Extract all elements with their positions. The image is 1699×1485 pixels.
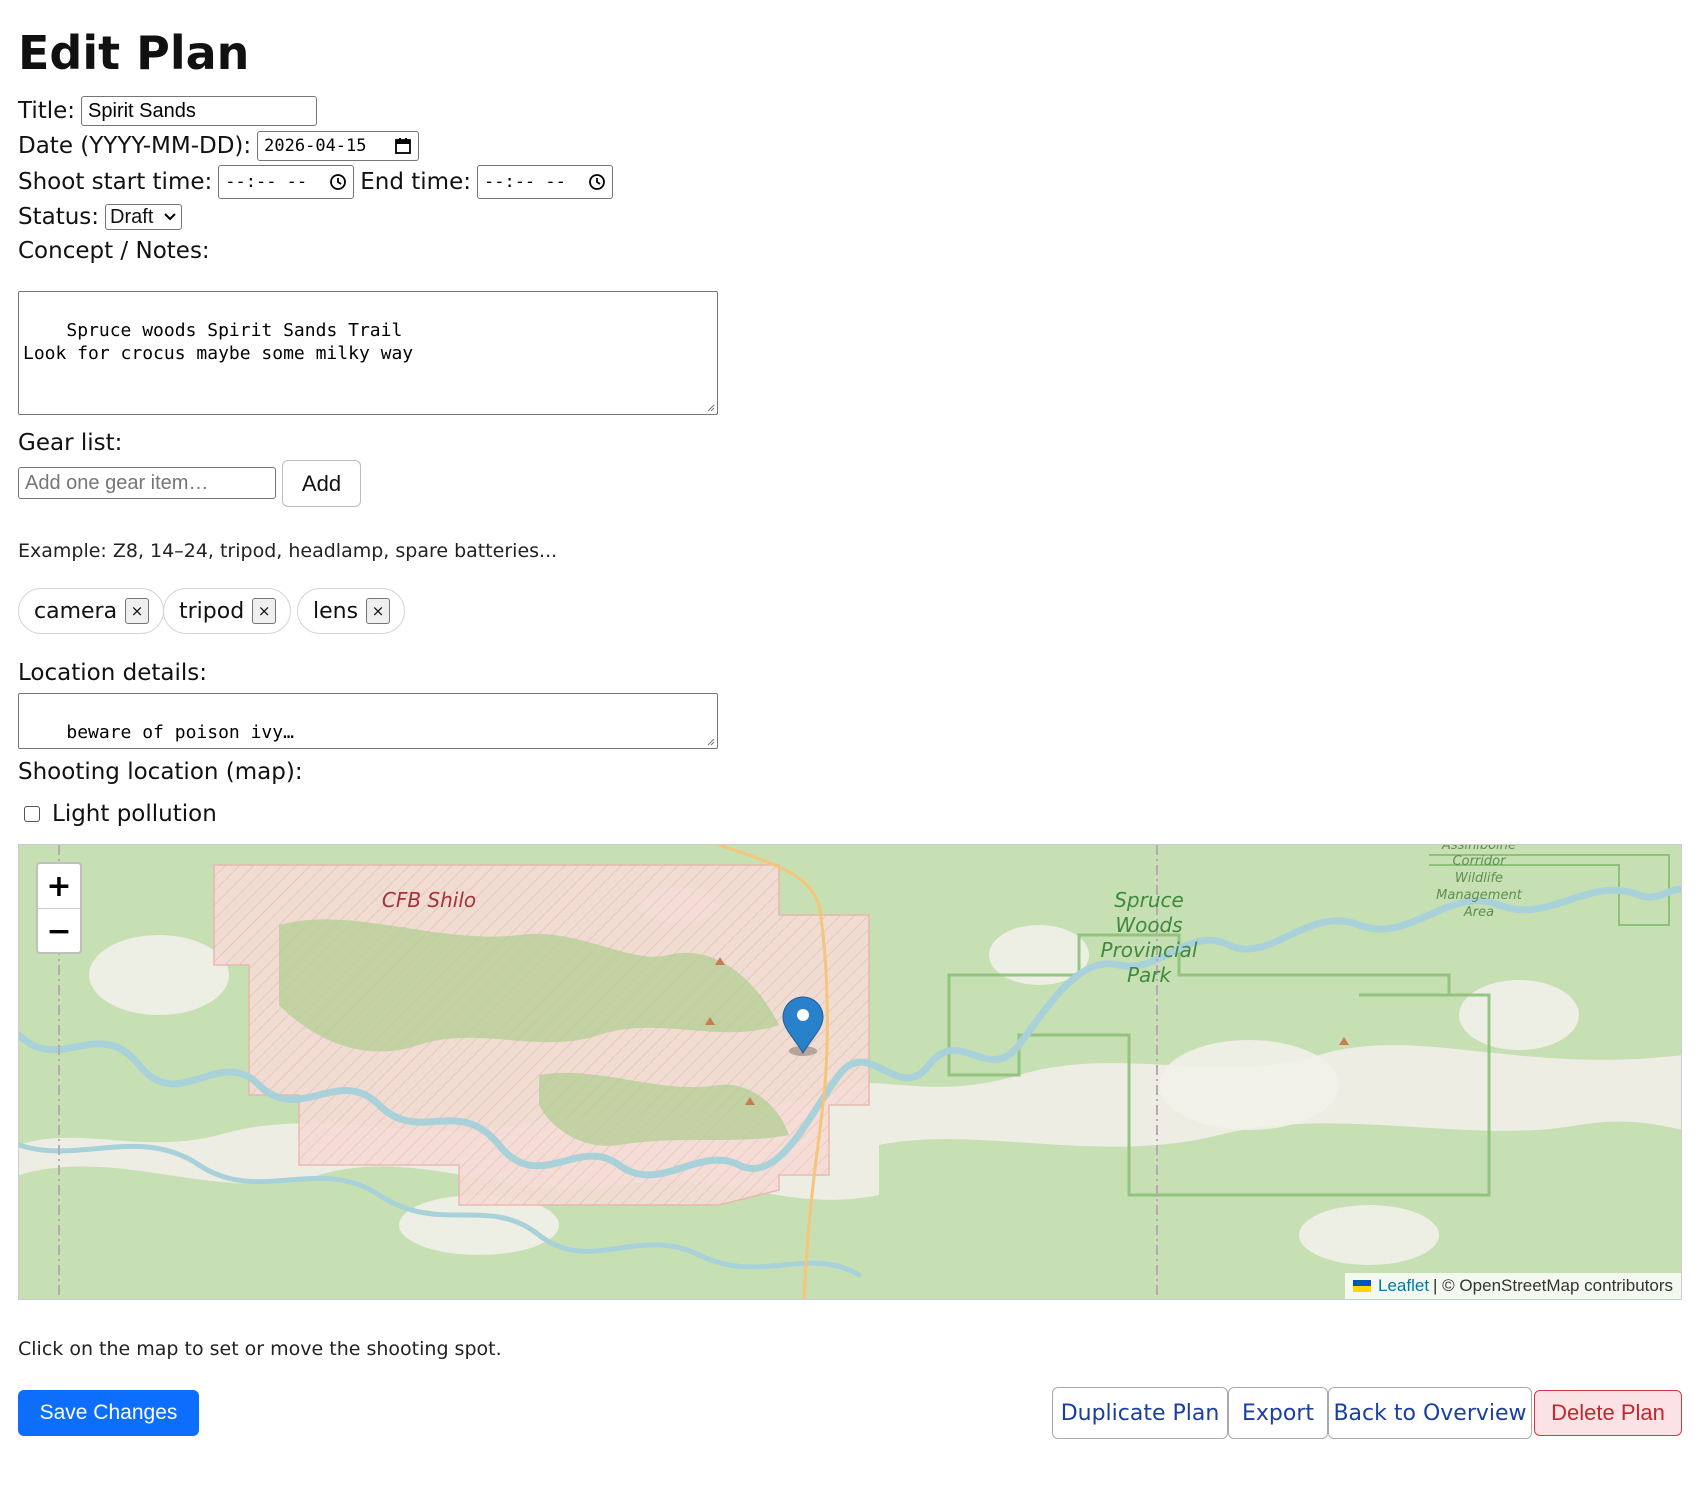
map-label-corridor-line: Wildlife: [1455, 871, 1503, 886]
end-time-input[interactable]: --:-- --: [476, 165, 613, 199]
clock-icon[interactable]: [329, 173, 347, 191]
map-label-corridor-line: Corridor: [1453, 854, 1508, 869]
status-select[interactable]: Draft: [105, 204, 183, 230]
gear-label: Gear list:: [18, 430, 123, 456]
zoom-control: + −: [36, 862, 82, 954]
start-time-value: --:-- --: [225, 172, 308, 192]
map-label-park-line: Woods: [1115, 913, 1182, 937]
gear-chip: camera ×: [18, 588, 165, 634]
notes-label-row: Concept / Notes:: [18, 238, 216, 264]
gear-input[interactable]: Add one gear item…: [18, 467, 276, 499]
zoom-in-button[interactable]: +: [38, 864, 80, 909]
map-label: Shooting location (map):: [18, 759, 303, 785]
location-label: Location details:: [18, 660, 207, 686]
map-attribution: Leaflet | © OpenStreetMap contributors: [1345, 1273, 1681, 1299]
leaflet-link[interactable]: Leaflet: [1378, 1276, 1429, 1296]
light-pollution-row: Light pollution: [18, 801, 223, 827]
export-button[interactable]: Export: [1228, 1387, 1328, 1439]
gear-label-row: Gear list:: [18, 430, 128, 456]
gear-chip-label: camera: [34, 598, 118, 624]
back-to-overview-button[interactable]: Back to Overview: [1328, 1387, 1532, 1439]
map-label-corridor-line: Assiniboine: [1441, 845, 1516, 853]
map-label-corridor-line: Area: [1463, 905, 1494, 920]
map-tiles[interactable]: CFB Shilo Spruce Woods Provincial Park A…: [19, 845, 1682, 1300]
time-row: Shoot start time: --:-- -- End time: --:…: [18, 165, 613, 199]
map-label-corridor-line: Management: [1436, 888, 1523, 903]
title-label: Title:: [18, 98, 76, 124]
notes-value: Spruce woods Spirit Sands Trail Look for…: [23, 320, 414, 364]
light-pollution-checkbox[interactable]: [24, 806, 40, 822]
clock-icon[interactable]: [588, 173, 606, 191]
status-value: Draft: [110, 205, 154, 228]
map-hint: Click on the map to set or move the shoo…: [18, 1338, 502, 1360]
date-input[interactable]: 2026-04-15: [257, 131, 420, 161]
save-button[interactable]: Save Changes: [18, 1390, 199, 1436]
location-value: beware of poison ivy…: [66, 722, 294, 743]
ukraine-flag-icon: [1353, 1280, 1371, 1292]
map-label-park-line: Park: [1127, 963, 1173, 987]
calendar-icon[interactable]: [394, 137, 412, 155]
title-input[interactable]: Spirit Sands: [81, 96, 318, 126]
status-row: Status: Draft: [18, 204, 183, 230]
zoom-out-button[interactable]: −: [38, 909, 80, 953]
remove-chip-button[interactable]: ×: [252, 598, 277, 624]
end-time-value: --:-- --: [483, 172, 566, 192]
chevron-down-icon: [164, 213, 177, 221]
map-label-cfb-shilo: CFB Shilo: [382, 888, 476, 912]
remove-chip-button[interactable]: ×: [125, 598, 150, 624]
gear-chip: lens ×: [297, 588, 406, 634]
map-container[interactable]: CFB Shilo Spruce Woods Provincial Park A…: [18, 844, 1682, 1300]
start-time-label: Shoot start time:: [18, 169, 213, 195]
remove-chip-button[interactable]: ×: [366, 598, 391, 624]
gear-hint: Example: Z8, 14–24, tripod, headlamp, sp…: [18, 540, 558, 562]
map-label-row: Shooting location (map):: [18, 759, 309, 785]
date-value: 2026-04-15: [264, 136, 367, 156]
notes-textarea[interactable]: Spruce woods Spirit Sands Trail Look for…: [18, 291, 718, 415]
resize-handle-icon[interactable]: [705, 736, 715, 746]
gear-chip: tripod ×: [163, 588, 292, 634]
gear-chip-label: lens: [313, 598, 359, 624]
end-time-label: End time:: [360, 169, 471, 195]
delete-plan-button[interactable]: Delete Plan: [1534, 1390, 1682, 1436]
notes-label: Concept / Notes:: [18, 238, 210, 264]
light-pollution-label: Light pollution: [52, 801, 217, 827]
page-title: Edit Plan: [18, 26, 250, 80]
title-row: Title: Spirit Sands: [18, 96, 318, 126]
status-label: Status:: [18, 204, 100, 230]
location-textarea[interactable]: beware of poison ivy…: [18, 693, 718, 749]
resize-handle-icon[interactable]: [705, 402, 715, 412]
map-label-park-line: Spruce: [1114, 888, 1184, 912]
duplicate-plan-button[interactable]: Duplicate Plan: [1052, 1387, 1228, 1439]
date-label: Date (YYYY-MM-DD):: [18, 133, 252, 159]
location-label-row: Location details:: [18, 660, 213, 686]
osm-attribution: | © OpenStreetMap contributors: [1433, 1276, 1673, 1295]
map-label-park-line: Provincial: [1101, 938, 1198, 962]
gear-chip-label: tripod: [179, 598, 245, 624]
start-time-input[interactable]: --:-- --: [218, 165, 355, 199]
date-row: Date (YYYY-MM-DD): 2026-04-15: [18, 131, 420, 161]
add-gear-button[interactable]: Add: [282, 460, 361, 507]
